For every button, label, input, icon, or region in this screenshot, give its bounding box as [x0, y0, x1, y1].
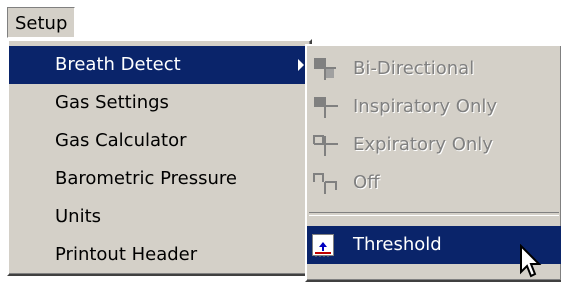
menu-item-barometric-pressure[interactable]: Barometric Pressure [9, 160, 310, 198]
bidirectional-icon [314, 58, 336, 80]
submenu-item-bi-directional[interactable]: Bi-Directional [307, 50, 561, 88]
menu-item-label: Printout Header [55, 244, 198, 265]
menu-setup[interactable]: Setup [7, 7, 76, 38]
menu-item-printout-header[interactable]: Printout Header [9, 236, 310, 274]
menu-separator [309, 212, 559, 216]
menu-item-label: Gas Settings [55, 92, 169, 113]
inspiratory-icon [314, 97, 338, 118]
submenu-item-label: Off [353, 172, 380, 193]
submenu-item-inspiratory-only[interactable]: Inspiratory Only [307, 88, 561, 126]
submenu-item-off[interactable]: Off [307, 164, 561, 202]
menu-item-label: Gas Calculator [55, 130, 187, 151]
expiratory-icon [313, 135, 338, 156]
menu-item-gas-calculator[interactable]: Gas Calculator [9, 122, 310, 160]
menu-item-units[interactable]: Units [9, 198, 310, 236]
app-root: Setup Breath Detect Gas Settings Gas Cal… [0, 0, 561, 282]
setup-menu: Breath Detect Gas Settings Gas Calculato… [7, 39, 312, 276]
submenu-arrow-icon [298, 59, 304, 71]
menu-item-label: Barometric Pressure [55, 168, 237, 189]
submenu-item-label: Expiratory Only [353, 134, 493, 155]
menu-item-label: Breath Detect [55, 54, 181, 75]
submenu-item-label: Threshold [353, 234, 442, 255]
menu-item-gas-settings[interactable]: Gas Settings [9, 84, 310, 122]
threshold-icon [312, 234, 334, 257]
menu-item-label: Units [55, 206, 102, 227]
menu-item-breath-detect[interactable]: Breath Detect [9, 46, 310, 84]
submenu-item-label: Inspiratory Only [353, 96, 498, 117]
submenu-item-label: Bi-Directional [353, 58, 475, 79]
off-icon [313, 173, 337, 194]
submenu-item-expiratory-only[interactable]: Expiratory Only [307, 126, 561, 164]
mouse-pointer-icon [520, 244, 542, 278]
